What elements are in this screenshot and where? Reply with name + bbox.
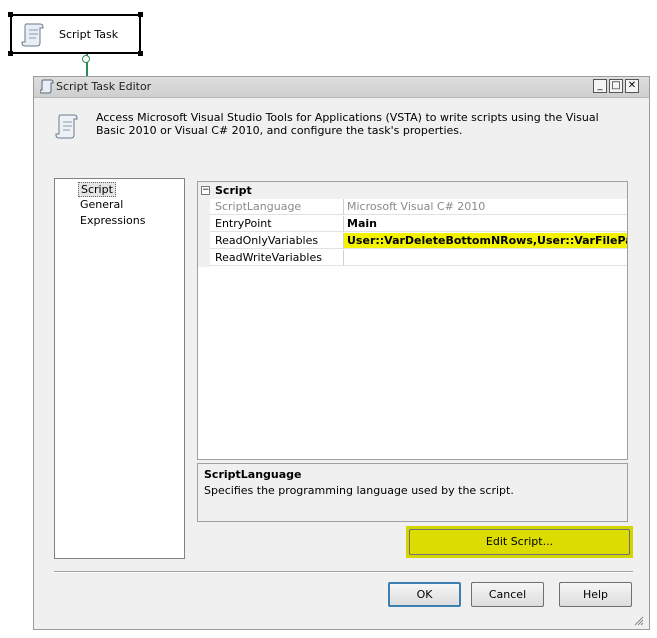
dialog-title: Script Task Editor xyxy=(56,80,152,93)
property-help-panel: ScriptLanguage Specifies the programming… xyxy=(197,463,628,522)
help-description: Specifies the programming language used … xyxy=(204,484,514,497)
script-task-node[interactable]: Script Task xyxy=(8,12,143,56)
property-row-scriptlanguage[interactable]: ScriptLanguage Microsoft Visual C# 2010 xyxy=(198,199,627,216)
collapse-toggle-icon[interactable]: − xyxy=(201,186,210,195)
property-row-entrypoint[interactable]: EntryPoint Main xyxy=(198,216,627,233)
nav-item-script[interactable]: Script xyxy=(78,182,116,197)
script-scroll-icon xyxy=(20,21,46,50)
script-scroll-icon xyxy=(39,79,54,97)
maximize-button[interactable]: □ xyxy=(609,79,623,93)
resize-handle[interactable] xyxy=(138,51,143,56)
property-grid: − Script ScriptLanguage Microsoft Visual… xyxy=(197,181,628,460)
nav-item-general[interactable]: General xyxy=(78,198,125,211)
script-task-editor-dialog: Script Task Editor _ □ ✕ Access Microsof… xyxy=(33,76,650,630)
property-value[interactable] xyxy=(344,250,627,266)
property-name: EntryPoint xyxy=(210,216,344,232)
cancel-button[interactable]: Cancel xyxy=(471,582,544,607)
category-header: − Script xyxy=(198,182,627,199)
property-row-readonlyvariables[interactable]: ReadOnlyVariables User::VarDeleteBottomN… xyxy=(198,233,627,250)
resize-grip-icon[interactable] xyxy=(632,614,644,629)
help-button[interactable]: Help xyxy=(559,582,632,607)
resize-handle[interactable] xyxy=(138,12,143,17)
property-value[interactable]: Main xyxy=(344,216,627,232)
connector-anchor[interactable] xyxy=(82,55,90,63)
divider xyxy=(54,572,633,573)
edit-script-button[interactable]: Edit Script... xyxy=(409,529,630,555)
property-name: ReadWriteVariables xyxy=(210,250,344,266)
ok-button[interactable]: OK xyxy=(388,582,461,607)
title-bar[interactable]: Script Task Editor _ □ ✕ xyxy=(34,77,649,98)
page-navigation-list: Script General Expressions xyxy=(54,178,185,559)
minimize-button[interactable]: _ xyxy=(593,79,607,93)
nav-item-expressions[interactable]: Expressions xyxy=(78,214,147,227)
resize-handle[interactable] xyxy=(8,12,13,17)
node-label: Script Task xyxy=(59,28,119,41)
property-row-readwritevariables[interactable]: ReadWriteVariables xyxy=(198,250,627,267)
property-value[interactable]: Microsoft Visual C# 2010 xyxy=(344,199,627,215)
resize-handle[interactable] xyxy=(8,51,13,56)
close-button[interactable]: ✕ xyxy=(625,79,639,93)
property-value[interactable]: User::VarDeleteBottomNRows,User::VarFile… xyxy=(344,233,627,249)
category-label: Script xyxy=(215,184,252,197)
property-name: ScriptLanguage xyxy=(210,199,344,215)
help-title: ScriptLanguage xyxy=(204,468,302,481)
property-name: ReadOnlyVariables xyxy=(210,233,344,249)
dialog-description: Access Microsoft Visual Studio Tools for… xyxy=(96,111,599,137)
script-scroll-icon xyxy=(54,113,80,144)
